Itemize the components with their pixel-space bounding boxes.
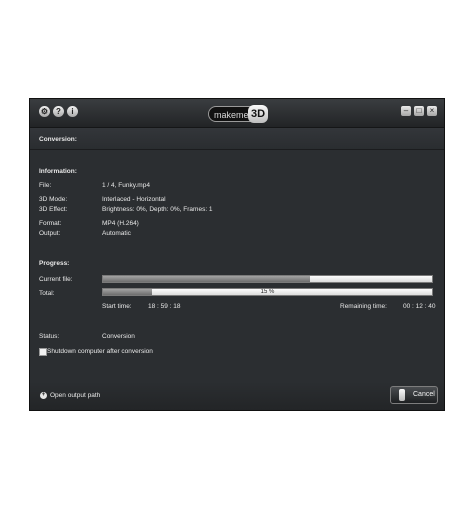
total-progress-percent: 15 % [260, 289, 275, 295]
title-bar: ⚙ ? i makeme 3D – □ × [30, 99, 444, 128]
mode-label: 3D Mode: [39, 196, 68, 203]
current-file-progress-bar [102, 275, 433, 283]
app-logo: makeme 3D [208, 105, 268, 123]
output-value: Automatic [102, 230, 131, 237]
remaining-time-label: Remaining time: [340, 303, 387, 310]
logo-text: makeme [214, 110, 249, 120]
info-icon[interactable]: i [67, 106, 78, 117]
stop-icon [399, 389, 405, 401]
close-button[interactable]: × [427, 106, 437, 116]
plus-icon: + [40, 392, 47, 399]
file-label: File: [39, 182, 52, 189]
output-label: Output: [39, 230, 61, 237]
status-value: Conversion [102, 333, 135, 340]
current-file-label: Current file: [39, 276, 73, 283]
file-value: 1 / 4, Funky.mp4 [102, 182, 150, 189]
start-time-label: Start time: [102, 303, 132, 310]
format-label: Format: [39, 220, 62, 227]
settings-icon[interactable]: ⚙ [39, 106, 50, 117]
total-progress-bar: 15 % [102, 288, 433, 296]
information-heading: Information: [39, 168, 77, 175]
minimize-button[interactable]: – [401, 106, 411, 116]
format-value: MP4 (H.264) [102, 220, 139, 227]
section-header: Conversion: [30, 128, 444, 150]
progress-heading: Progress: [39, 260, 70, 267]
effect-value: Brightness: 0%, Depth: 0%, Frames: 1 [102, 206, 213, 213]
section-title: Conversion: [39, 136, 77, 143]
shutdown-checkbox[interactable] [39, 348, 47, 356]
effect-label: 3D Effect: [39, 206, 68, 213]
cancel-label: Cancel [413, 391, 435, 398]
maximize-button[interactable]: □ [414, 106, 424, 116]
logo-badge: 3D [248, 105, 268, 123]
shutdown-label: Shutdown computer after conversion [47, 348, 153, 355]
status-label: Status: [39, 333, 60, 340]
open-output-path-label: Open output path [50, 392, 101, 399]
converter-window: ⚙ ? i makeme 3D – □ × Conversion: Inform… [29, 98, 445, 411]
start-time-value: 18 : 59 : 18 [148, 303, 181, 310]
current-file-progress-fill [103, 276, 311, 282]
cancel-button[interactable]: Cancel [390, 386, 438, 404]
remaining-time-value: 00 : 12 : 40 [403, 303, 436, 310]
mode-value: Interlaced - Horizontal [102, 196, 166, 203]
help-icon[interactable]: ? [53, 106, 64, 117]
total-label: Total: [39, 290, 55, 297]
footer-bar: + Open output path Cancel [30, 382, 444, 410]
